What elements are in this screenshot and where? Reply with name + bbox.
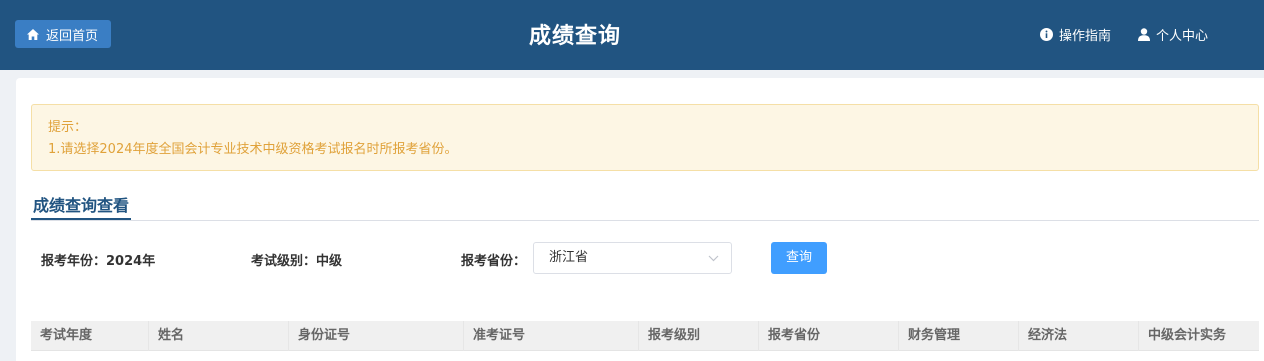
- tab-divider: [31, 220, 1259, 221]
- exam-level-label: 考试级别：: [251, 254, 317, 269]
- province-label: 报考省份：: [461, 254, 527, 269]
- province-selected-value: 浙江省: [549, 250, 589, 265]
- query-button[interactable]: 查询: [771, 242, 827, 274]
- tab-score-query[interactable]: 成绩查询查看: [31, 192, 132, 220]
- notice-box: 提示： 1.请选择2024年度全国会计专业技术中级资格考试报名时所报考省份。: [31, 104, 1259, 171]
- col-intermediate-accounting: 中级会计实务: [1148, 328, 1227, 343]
- exam-year-value: 2024年: [106, 254, 156, 269]
- province-select[interactable]: 浙江省: [533, 242, 732, 274]
- col-exam-level: 报考级别: [639, 321, 759, 351]
- col-exam-province: 报考省份: [759, 321, 899, 351]
- col-economic-law: 经济法: [1019, 321, 1139, 351]
- results-table-header: 考试年度 姓名 身份证号 准考证号 报考级别 报考省份 财务管理 经济法 中级会…: [31, 321, 1259, 351]
- user-center-link[interactable]: 个人中心: [1138, 25, 1209, 44]
- col-admission-number: 准考证号: [464, 321, 639, 351]
- col-exam-year: 考试年度: [31, 321, 149, 351]
- top-bar: 返回首页 成绩查询 操作指南 个人中心: [0, 0, 1264, 70]
- exam-level-field: 考试级别： 中级: [251, 250, 342, 269]
- col-id-number: 身份证号: [289, 321, 464, 351]
- user-icon: [1138, 27, 1150, 41]
- page-title: 成绩查询: [528, 24, 621, 49]
- col-name: 姓名: [149, 321, 289, 351]
- info-icon: [1040, 27, 1053, 41]
- exam-year-field: 报考年份： 2024年: [41, 250, 155, 269]
- chevron-down-icon: [708, 255, 719, 262]
- table-body: [31, 351, 1259, 361]
- province-field: 报考省份：: [461, 250, 526, 269]
- guide-link[interactable]: 操作指南: [1040, 25, 1112, 44]
- col-financial-management: 财务管理: [899, 321, 1019, 351]
- exam-year-label: 报考年份：: [41, 254, 107, 269]
- exam-level-value: 中级: [316, 254, 343, 269]
- notice-text: 1.请选择2024年度全国会计专业技术中级资格考试报名时所报考省份。: [48, 142, 458, 157]
- guide-link-label: 操作指南: [1059, 28, 1112, 44]
- notice-title: 提示：: [48, 120, 88, 135]
- user-center-label: 个人中心: [1156, 28, 1209, 44]
